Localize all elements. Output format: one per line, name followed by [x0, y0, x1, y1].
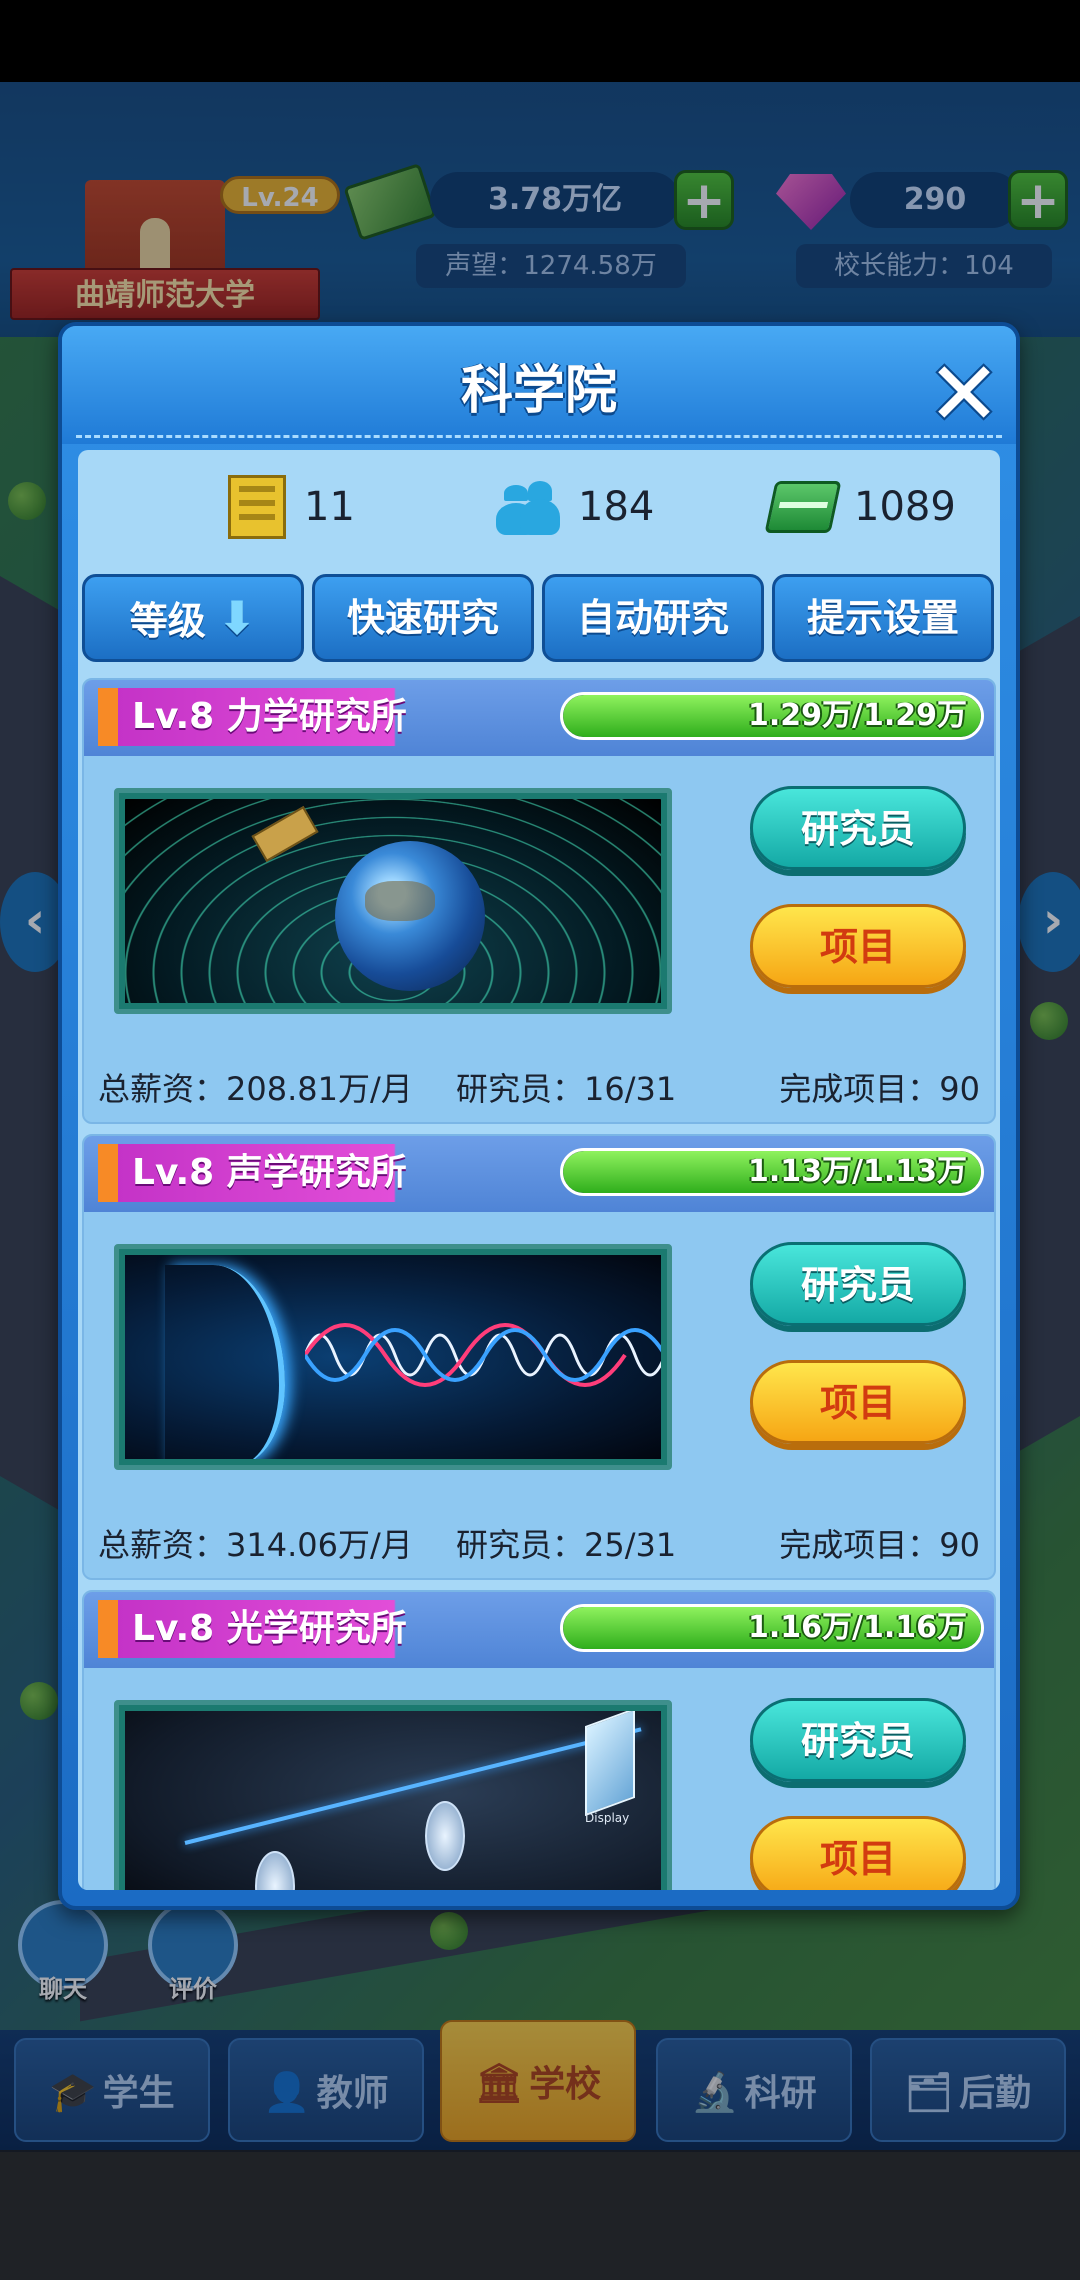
- modal-title-bar: 科学院 ✕: [62, 326, 1016, 444]
- institute-progress-bar: 1.16万/1.16万: [560, 1604, 984, 1652]
- system-nav-bar: [0, 2150, 1080, 2280]
- books-icon: [764, 481, 842, 533]
- stat-projects: 1089: [764, 472, 956, 542]
- institute-image[interactable]: Display: [114, 1700, 672, 1890]
- institute-header: Lv.8 光学研究所 1.16万/1.16万: [84, 1592, 994, 1668]
- researcher-count: 研究员：25/31: [456, 1526, 677, 1564]
- stats-row: 11 184 1089: [78, 450, 1000, 570]
- people-icon: [496, 477, 560, 537]
- stat-projects-value: 1089: [854, 484, 956, 530]
- projects-button[interactable]: 项目: [750, 1360, 966, 1444]
- stat-researchers: 184: [496, 472, 654, 542]
- completed-projects: 完成项目：90: [779, 1526, 980, 1564]
- light-beam: [184, 1727, 642, 1845]
- institute-name: Lv.8 光学研究所: [98, 1600, 468, 1658]
- lens-icon: [255, 1851, 295, 1890]
- institute-image[interactable]: [114, 788, 672, 1014]
- institute-card: Lv.8 声学研究所 1.13万/1.13万 研究员 项目 总薪资：314.06…: [82, 1134, 996, 1580]
- lens-icon: [425, 1801, 465, 1871]
- arrow-down-icon: ⬇: [217, 591, 257, 645]
- face-silhouette: [165, 1265, 285, 1459]
- progress-text: 1.16万/1.16万: [748, 1610, 967, 1645]
- institute-header: Lv.8 声学研究所 1.13万/1.13万: [84, 1136, 994, 1212]
- total-salary: 总薪资：208.81万/月: [98, 1070, 413, 1108]
- institute-header: Lv.8 力学研究所 1.29万/1.29万: [84, 680, 994, 756]
- researcher-count: 研究员：16/31: [456, 1070, 677, 1108]
- institute-footer: 总薪资：208.81万/月 研究员：16/31 完成项目：90: [98, 1064, 980, 1114]
- stat-researchers-value: 184: [578, 484, 655, 530]
- close-button[interactable]: ✕: [924, 350, 1004, 438]
- institute-image[interactable]: [114, 1244, 672, 1470]
- researchers-button[interactable]: 研究员: [750, 1698, 966, 1782]
- stat-buildings: 11: [228, 472, 355, 542]
- image-caption: Display: [585, 1811, 630, 1825]
- researchers-button[interactable]: 研究员: [750, 786, 966, 870]
- sound-wave-icon: [305, 1323, 661, 1387]
- sort-level-label: 等级: [129, 599, 206, 643]
- status-bar: [0, 0, 1080, 82]
- progress-text: 1.13万/1.13万: [748, 1154, 967, 1189]
- auto-research-button[interactable]: 自动研究: [542, 574, 764, 662]
- total-salary: 总薪资：314.06万/月: [98, 1526, 413, 1564]
- action-tabs: 等级 ⬇ 快速研究 自动研究 提示设置: [82, 574, 996, 664]
- modal-body: 11 184 1089 等级 ⬇ 快速研究 自动研究 提示设置 Lv.8 力学研究…: [78, 450, 1000, 1890]
- sound-wave-image: [125, 1255, 661, 1459]
- quick-research-button[interactable]: 快速研究: [312, 574, 534, 662]
- institute-progress-bar: 1.13万/1.13万: [560, 1148, 984, 1196]
- institute-card: Lv.8 光学研究所 1.16万/1.16万 Display 研究员 项目: [82, 1590, 996, 1890]
- institute-progress-bar: 1.29万/1.29万: [560, 692, 984, 740]
- completed-projects: 完成项目：90: [779, 1070, 980, 1108]
- researchers-button[interactable]: 研究员: [750, 1242, 966, 1326]
- institute-name: Lv.8 声学研究所: [98, 1144, 468, 1202]
- projects-button[interactable]: 项目: [750, 1816, 966, 1890]
- prism-icon: [585, 1711, 635, 1817]
- stat-buildings-value: 11: [304, 484, 355, 530]
- institute-card: Lv.8 力学研究所 1.29万/1.29万 研究员 项目 总薪资：208.81…: [82, 678, 996, 1124]
- notification-settings-button[interactable]: 提示设置: [772, 574, 994, 662]
- earth-icon: [335, 841, 485, 991]
- gravity-earth-image: [125, 799, 661, 1003]
- building-icon: [228, 475, 286, 539]
- institute-name: Lv.8 力学研究所: [98, 688, 468, 746]
- institute-footer: 总薪资：314.06万/月 研究员：25/31 完成项目：90: [98, 1520, 980, 1570]
- progress-text: 1.29万/1.29万: [748, 698, 967, 733]
- sort-level-button[interactable]: 等级 ⬇: [82, 574, 304, 662]
- projects-button[interactable]: 项目: [750, 904, 966, 988]
- modal-title: 科学院: [460, 361, 617, 421]
- academy-modal: 科学院 ✕ 11 184 1089 等级 ⬇ 快速研究 自动研究 提示设置 Lv…: [58, 322, 1020, 1910]
- optics-lens-image: Display: [125, 1711, 661, 1890]
